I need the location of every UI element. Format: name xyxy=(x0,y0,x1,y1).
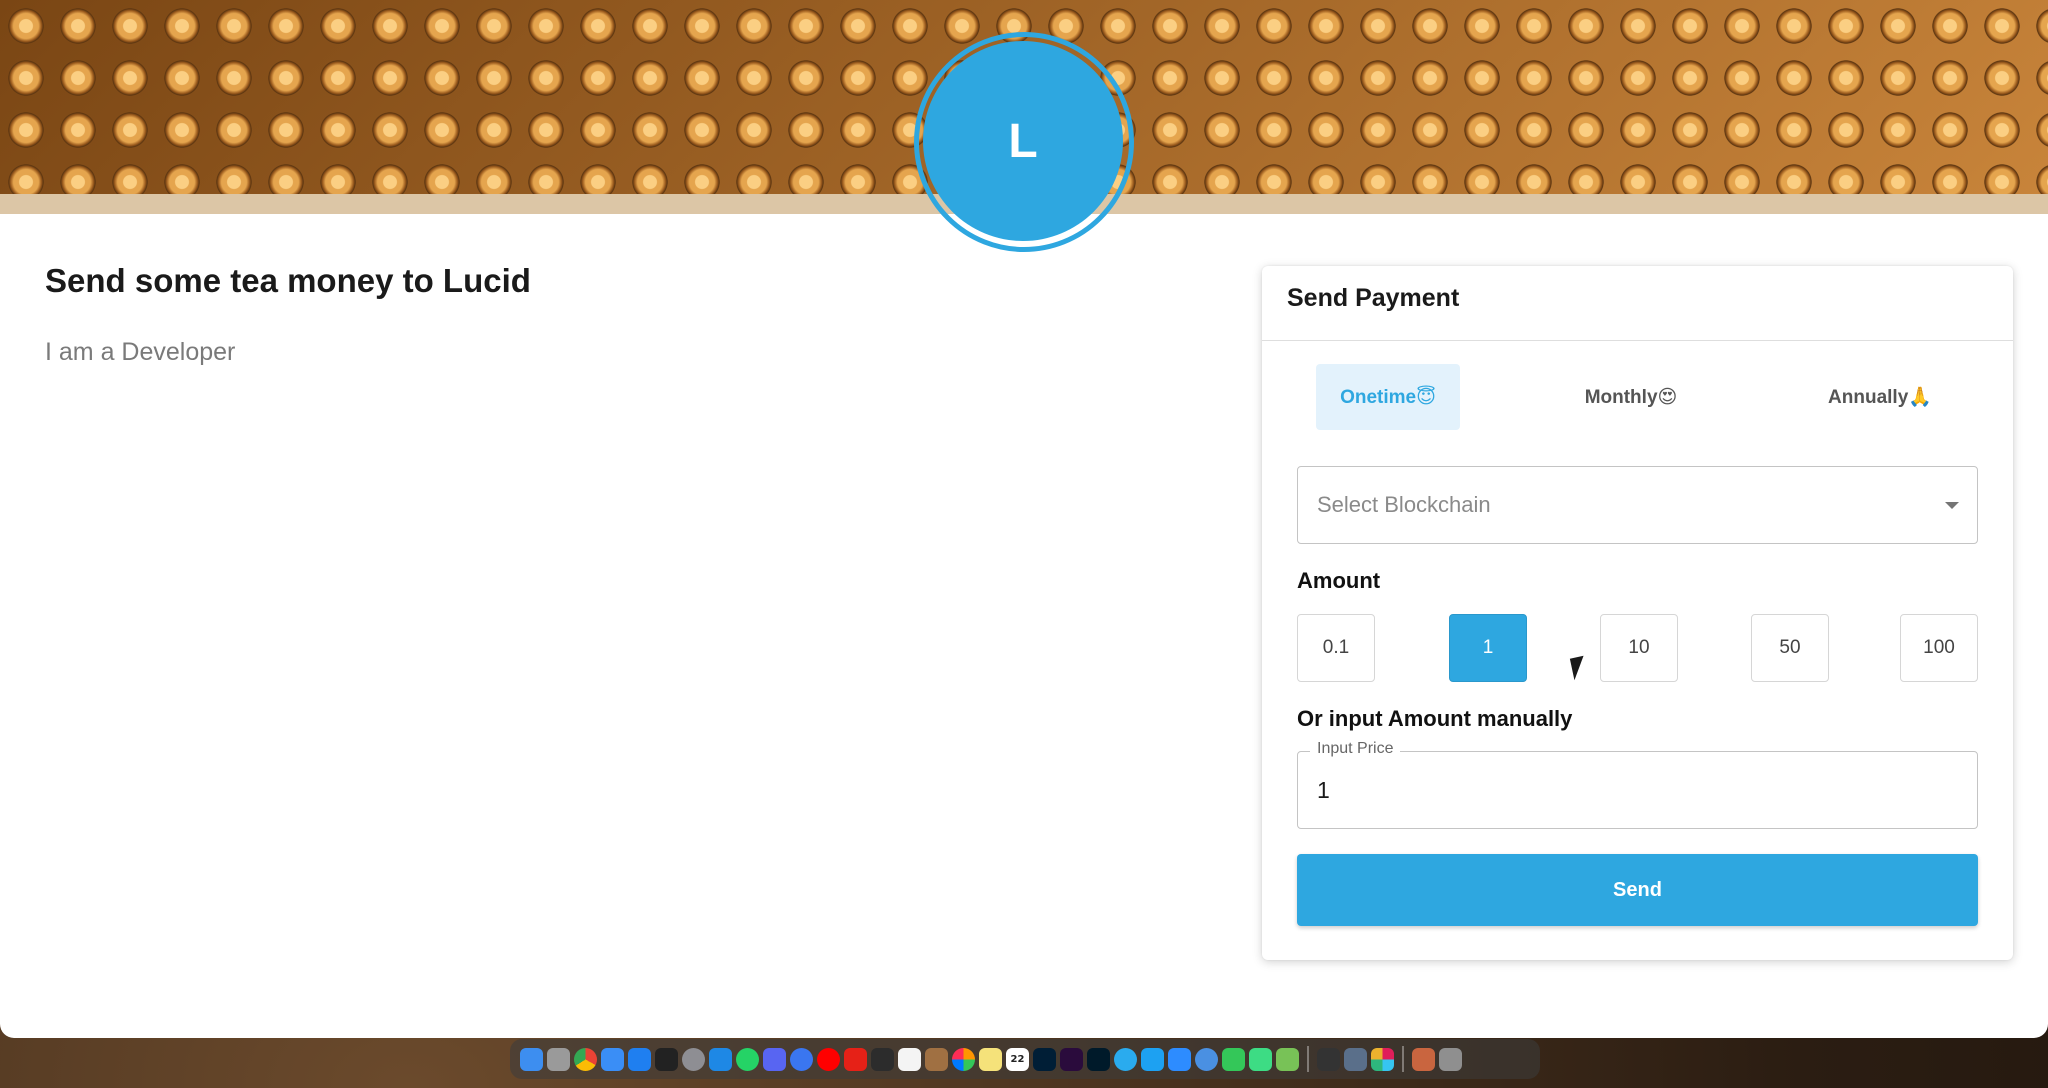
amount-option-50[interactable]: 50 xyxy=(1751,614,1829,682)
android-studio-icon[interactable] xyxy=(1249,1047,1272,1071)
card-title: Send Payment xyxy=(1287,284,1460,312)
input-price-label: Input Price xyxy=(1310,740,1401,758)
youtube-music-icon[interactable] xyxy=(817,1047,840,1071)
page-title: Send some tea money to Lucid xyxy=(45,262,531,299)
youtube-icon[interactable] xyxy=(844,1047,867,1071)
tab-monthly[interactable]: Monthly😍 xyxy=(1551,364,1711,430)
launchpad-icon[interactable] xyxy=(547,1047,570,1071)
amount-option-1[interactable]: 1 xyxy=(1449,614,1527,682)
android-icon[interactable] xyxy=(1276,1047,1299,1071)
discord-icon[interactable] xyxy=(763,1047,786,1071)
photoshop-icon[interactable] xyxy=(1033,1047,1056,1071)
screens-icon[interactable] xyxy=(1344,1047,1367,1071)
manual-amount-label: Or input Amount manually xyxy=(1297,706,1573,731)
tab-annually[interactable]: Annually🙏 xyxy=(1800,364,1960,430)
archive-icon[interactable] xyxy=(925,1047,948,1071)
input-price[interactable] xyxy=(1317,772,1957,808)
mail-icon[interactable] xyxy=(601,1047,624,1071)
chevron-down-icon xyxy=(1945,502,1959,509)
send-payment-card: Send Payment Onetime😇 Monthly😍 Annually🙏… xyxy=(1262,266,2013,960)
activity-icon[interactable] xyxy=(1317,1047,1340,1071)
chrome-icon[interactable] xyxy=(574,1047,597,1071)
premiere-icon[interactable] xyxy=(1060,1047,1083,1071)
notes-icon[interactable] xyxy=(979,1047,1002,1071)
amount-option-100[interactable]: 100 xyxy=(1900,614,1978,682)
macos-dock: 22 xyxy=(510,1039,1540,1079)
card-divider xyxy=(1262,340,2013,341)
telegram-icon[interactable] xyxy=(1114,1047,1137,1071)
avatar-initial: L xyxy=(1008,114,1038,168)
blockchain-select-placeholder: Select Blockchain xyxy=(1317,492,1491,517)
blockchain-select[interactable]: Select Blockchain xyxy=(1297,466,1978,544)
zoom-icon[interactable] xyxy=(1168,1047,1191,1071)
settings-icon[interactable] xyxy=(682,1047,705,1071)
lightroom-icon[interactable] xyxy=(1087,1047,1110,1071)
signal-icon[interactable] xyxy=(790,1047,813,1071)
amount-label: Amount xyxy=(1297,568,1381,593)
vscode-icon[interactable] xyxy=(709,1047,732,1071)
vpn-icon[interactable] xyxy=(1195,1047,1218,1071)
messages-icon[interactable] xyxy=(1222,1047,1245,1071)
calendar-day: 22 xyxy=(1010,1053,1025,1065)
amount-option-10[interactable]: 10 xyxy=(1600,614,1678,682)
twitter-icon[interactable] xyxy=(1141,1047,1164,1071)
avatar: L xyxy=(923,41,1123,241)
dock-separator xyxy=(1307,1046,1309,1072)
input-price-field[interactable]: Input Price xyxy=(1297,740,1978,829)
wps-icon[interactable] xyxy=(898,1047,921,1071)
photos-icon[interactable] xyxy=(952,1047,975,1071)
slack-icon[interactable] xyxy=(1371,1047,1394,1071)
calendar-icon[interactable]: 22 xyxy=(1006,1047,1029,1071)
app-store-icon[interactable] xyxy=(628,1047,651,1071)
trash-icon[interactable] xyxy=(1439,1047,1462,1071)
send-button[interactable]: Send xyxy=(1297,854,1978,926)
browser-page: L Send some tea money to Lucid I am a De… xyxy=(0,0,2048,1038)
preview-icon[interactable] xyxy=(1412,1047,1435,1071)
whatsapp-icon[interactable] xyxy=(736,1047,759,1071)
terminal-icon[interactable] xyxy=(655,1047,678,1071)
figma-icon[interactable] xyxy=(871,1047,894,1071)
tab-onetime[interactable]: Onetime😇 xyxy=(1316,364,1460,430)
amount-option-0-1[interactable]: 0.1 xyxy=(1297,614,1375,682)
finder-icon[interactable] xyxy=(520,1047,543,1071)
page-subtitle: I am a Developer xyxy=(45,338,236,366)
dock-separator xyxy=(1402,1046,1404,1072)
